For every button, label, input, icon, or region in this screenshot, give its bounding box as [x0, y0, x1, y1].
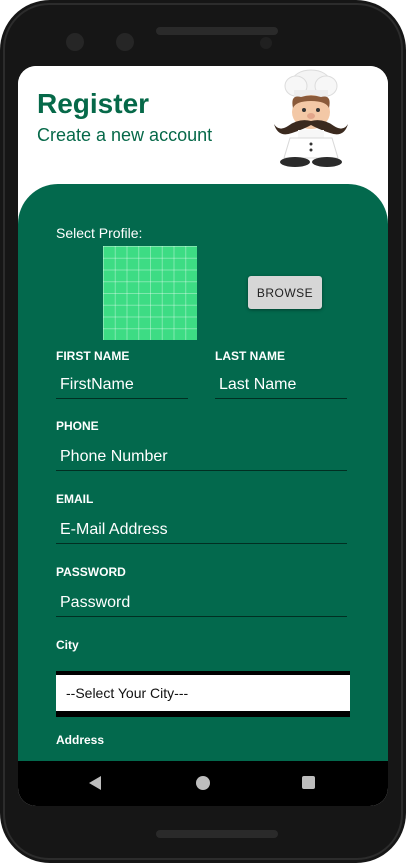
nav-home-icon[interactable] — [196, 776, 210, 790]
email-label: EMAIL — [56, 492, 94, 506]
profile-image-placeholder[interactable] — [103, 246, 197, 340]
nav-recents-icon[interactable] — [302, 776, 315, 789]
phone-label: PHONE — [56, 419, 99, 433]
city-select[interactable]: --Select Your City--- — [56, 671, 350, 717]
front-sensor — [66, 33, 84, 51]
nav-back-icon[interactable] — [89, 776, 101, 790]
last-name-field[interactable]: Last Name — [215, 376, 347, 399]
address-label: Address — [56, 733, 105, 747]
page-subtitle: Create a new account — [37, 125, 213, 145]
app-screen: Register Create a new account Select Pro… — [18, 66, 388, 806]
bottom-speaker — [156, 830, 278, 838]
first-name-field[interactable]: FirstName — [56, 376, 188, 399]
browse-button[interactable]: BROWSE — [248, 276, 322, 309]
chef-mascot-icon — [274, 69, 348, 167]
phone-field[interactable]: Phone Number — [56, 448, 347, 471]
select-profile-label: Select Profile: — [56, 225, 143, 241]
system-nav-bar — [18, 761, 388, 806]
front-camera — [116, 33, 134, 51]
proximity-sensor — [260, 37, 272, 49]
earpiece-speaker — [156, 27, 278, 35]
city-select-value[interactable]: --Select Your City--- — [56, 675, 350, 711]
register-header: Register Create a new account — [18, 66, 388, 186]
page-title: Register — [37, 88, 150, 119]
last-name-label: LAST NAME — [215, 349, 285, 363]
password-field[interactable]: Password — [56, 594, 347, 617]
city-label: City — [56, 638, 79, 652]
first-name-label: FIRST NAME — [56, 349, 130, 363]
email-field[interactable]: E-Mail Address — [56, 521, 347, 544]
password-label: PASSWORD — [56, 565, 126, 579]
phone-frame: Register Create a new account Select Pro… — [0, 0, 406, 863]
